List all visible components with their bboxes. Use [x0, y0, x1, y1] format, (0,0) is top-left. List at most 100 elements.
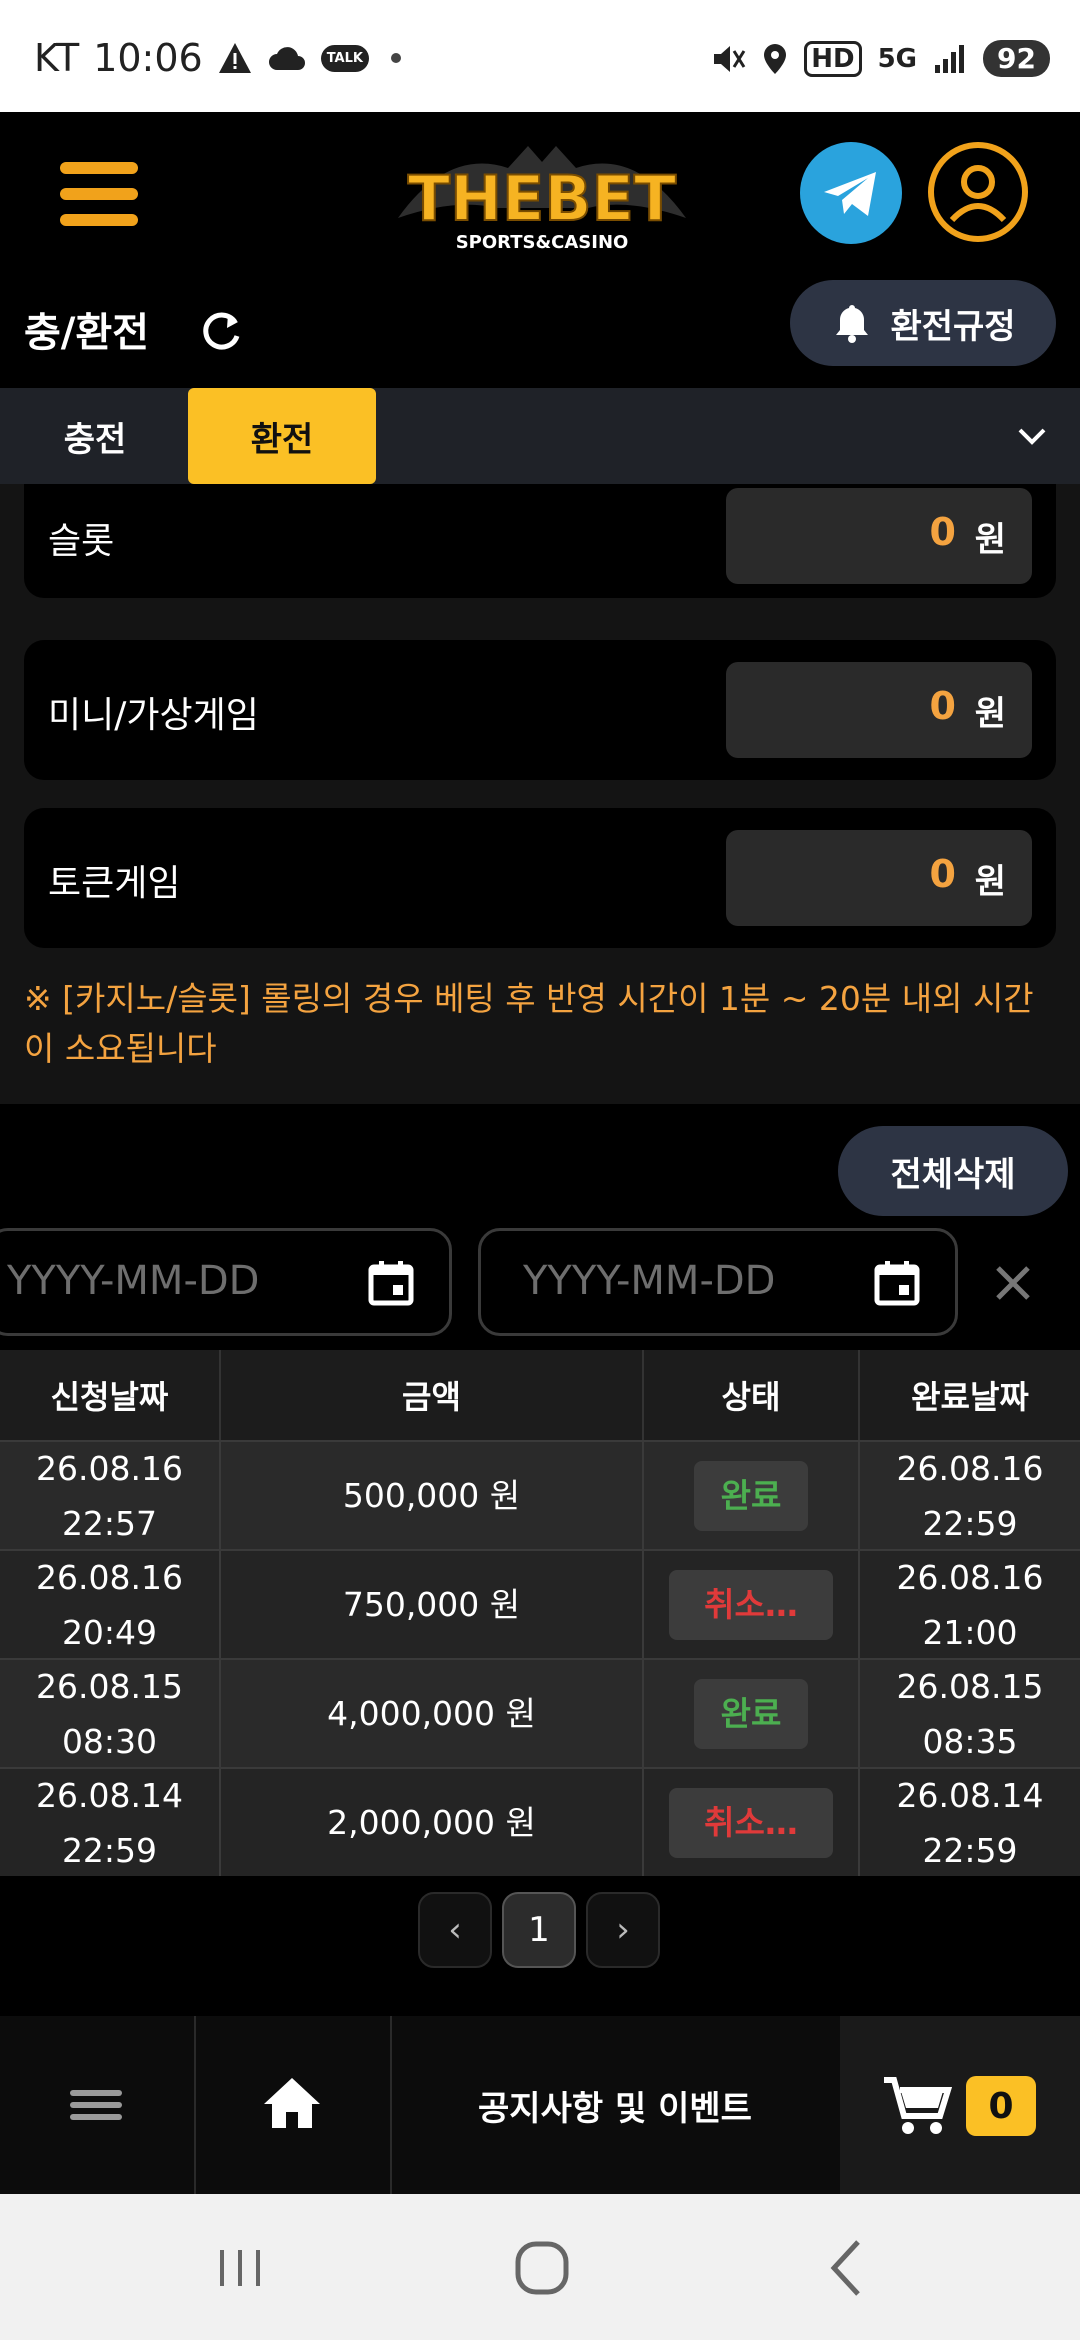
balance-card-slot: 슬롯 0 원	[24, 484, 1056, 598]
status-cell: 완료	[644, 1660, 860, 1767]
tab-exchange[interactable]: 환전	[188, 388, 376, 484]
column-header-amount: 금액	[221, 1350, 644, 1440]
table-row: 26.08.16 20:49 750,000 원 취소… 26.08.16 21:0…	[0, 1549, 1080, 1658]
menu-icon[interactable]	[60, 162, 138, 226]
prev-page-button[interactable]: ‹	[418, 1892, 492, 1968]
mute-icon	[714, 45, 746, 72]
request-datetime: 26.08.16 20:49	[0, 1551, 221, 1658]
user-icon	[949, 165, 1007, 223]
table-header: 신청날짜 금액 상태 완료날짜	[0, 1350, 1080, 1440]
app-header: THEBET SPORTS&CASINO	[0, 112, 1080, 280]
complete-datetime: 26.08.16 21:00	[896, 1557, 1044, 1652]
back-icon[interactable]	[808, 2228, 888, 2308]
balance-card-token: 토큰게임 0 원	[24, 808, 1056, 948]
exchange-rules-button[interactable]: 환전규정	[790, 280, 1056, 366]
tab-bar: 충전 환전	[0, 388, 1080, 484]
telegram-icon	[824, 172, 876, 216]
network-label: 5G	[877, 43, 918, 74]
status-badge: 완료	[694, 1460, 808, 1531]
bell-icon	[836, 305, 869, 343]
table-row: 26.08.16 22:57 500,000 원 완료 26.08.16 22:59	[0, 1440, 1080, 1549]
calendar-icon[interactable]	[873, 1259, 921, 1307]
tab-charge[interactable]: 충전	[20, 388, 170, 484]
balance-field: 0 원	[726, 488, 1032, 584]
start-date-field[interactable]	[0, 1228, 452, 1336]
balance-field: 0 원	[726, 662, 1032, 758]
cart-button[interactable]: 0	[840, 2016, 1080, 2194]
user-button[interactable]	[928, 142, 1028, 242]
bottom-menu-button[interactable]	[0, 2016, 196, 2194]
balance-label: 토큰게임	[48, 863, 181, 904]
recent-apps-icon[interactable]	[200, 2228, 280, 2308]
home-button[interactable]	[194, 2016, 392, 2194]
cart-icon	[884, 2077, 953, 2134]
next-page-button[interactable]: ›	[586, 1892, 660, 1968]
telegram-button[interactable]	[800, 142, 902, 244]
warning-icon	[218, 43, 251, 73]
clock: 10:06	[93, 36, 203, 80]
amount-cell: 2,000,000 원	[221, 1769, 644, 1876]
game-balance-panel: 슬롯 0 원 미니/가상게임 0 원 토큰게임 0 원 ※ [카지노/슬롯] 롤…	[0, 484, 1080, 1104]
section-title-row: 충/환전 환전규정	[0, 280, 1080, 390]
pagination: ‹ 1 ›	[418, 1892, 664, 1970]
amount-cell: 4,000,000 원	[221, 1660, 644, 1767]
status-cell: 취소…	[644, 1769, 860, 1876]
end-date-field[interactable]	[478, 1228, 958, 1336]
battery-indicator: 92	[983, 40, 1050, 77]
request-datetime: 26.08.15 08:30	[0, 1660, 221, 1767]
status-badge: 취소…	[669, 1787, 833, 1858]
menu-icon	[70, 2090, 122, 2120]
balance-unit: 원	[974, 694, 1006, 734]
exchange-rules-label: 환전규정	[890, 306, 1016, 347]
complete-datetime: 26.08.15 08:35	[896, 1666, 1044, 1761]
notice-events-button[interactable]: 공지사항 및 이벤트	[390, 2016, 840, 2194]
home-nav-icon[interactable]	[502, 2228, 582, 2308]
chevron-down-icon[interactable]	[1014, 418, 1050, 454]
balance-value: 0	[929, 852, 956, 896]
request-datetime: 26.08.14 22:59	[0, 1769, 221, 1876]
status-cell: 완료	[644, 1442, 860, 1549]
calendar-icon[interactable]	[367, 1259, 415, 1307]
home-icon	[264, 2078, 320, 2128]
rolling-notice: ※ [카지노/슬롯] 롤링의 경우 베팅 후 반영 시간이 1분 ~ 20분 내…	[24, 979, 1034, 1068]
status-cell: 취소…	[644, 1551, 860, 1658]
balance-label: 미니/가상게임	[48, 695, 259, 736]
table-row: 26.08.15 08:30 4,000,000 원 완료 26.08.15 08:…	[0, 1658, 1080, 1767]
page-1-button[interactable]: 1	[502, 1892, 576, 1968]
column-header-status: 상태	[644, 1350, 860, 1440]
page-title: 충/환전	[24, 310, 150, 356]
balance-unit: 원	[974, 862, 1006, 902]
cart-count-badge: 0	[966, 2076, 1036, 2136]
balance-card-mini: 미니/가상게임 0 원	[24, 640, 1056, 780]
signal-icon	[935, 44, 965, 73]
start-date-input[interactable]	[5, 1257, 339, 1305]
bottom-nav: 공지사항 및 이벤트 0	[0, 2016, 1080, 2194]
balance-field: 0 원	[726, 830, 1032, 926]
status-badge: 취소…	[669, 1569, 833, 1640]
logo-main-text: THEBET	[408, 162, 676, 235]
balance-unit: 원	[974, 520, 1006, 560]
status-badge: 완료	[694, 1678, 808, 1749]
balance-label: 슬롯	[48, 521, 115, 562]
column-header-complete-date: 완료날짜	[911, 1378, 1029, 1416]
system-nav-bar	[0, 2194, 1080, 2340]
talk-icon: TALK	[320, 44, 369, 72]
delete-all-button[interactable]: 전체삭제	[838, 1126, 1068, 1216]
location-icon	[764, 43, 787, 74]
amount-cell: 750,000 원	[221, 1551, 644, 1658]
table-row: 26.08.14 22:59 2,000,000 원 취소… 26.08.14 22…	[0, 1767, 1080, 1876]
balance-value: 0	[929, 684, 956, 728]
request-datetime: 26.08.16 22:57	[0, 1442, 221, 1549]
cloud-icon	[268, 47, 305, 70]
refresh-icon[interactable]	[198, 308, 244, 354]
balance-value: 0	[929, 510, 956, 554]
amount-cell: 500,000 원	[221, 1442, 644, 1549]
brand-logo[interactable]: THEBET SPORTS&CASINO	[388, 138, 696, 258]
logo-sub-text: SPORTS&CASINO	[456, 232, 629, 253]
end-date-input[interactable]	[521, 1257, 855, 1305]
dot-icon	[390, 53, 401, 63]
clear-dates-icon[interactable]	[988, 1258, 1038, 1308]
status-bar: KT 10:06 TALK HD 5G 92	[0, 0, 1080, 112]
complete-datetime: 26.08.14 22:59	[896, 1775, 1044, 1870]
carrier-label: KT	[34, 36, 80, 80]
